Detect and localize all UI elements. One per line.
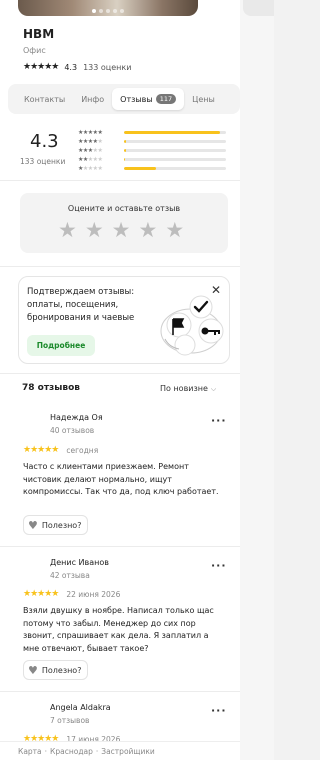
rate-star-1-icon[interactable]: ★ (58, 220, 77, 241)
distribution-row-1: ★★★★★ (78, 164, 230, 173)
divider (0, 546, 240, 547)
review-author[interactable]: Надежда Оя (50, 413, 103, 422)
tab-info[interactable]: Инфо (73, 89, 112, 110)
review-author-count: 40 отзывов (50, 426, 95, 435)
review-rating: ★★★★★ 22 июня 2026 (23, 589, 120, 599)
promo-more-button[interactable]: Подробнее (27, 335, 95, 356)
review-rating: ★★★★★ сегодня (23, 445, 98, 455)
tab-reviews[interactable]: Отзывы 117 (112, 88, 185, 110)
review-author[interactable]: Денис Иванов (50, 558, 109, 567)
distribution-row-5: ★★★★★ (78, 128, 230, 137)
review-stars-icon: ★★★★★ (23, 445, 59, 455)
review-author[interactable]: Angela Aldakra (50, 703, 111, 712)
tab-contacts[interactable]: Контакты (16, 89, 73, 110)
breadcrumb: Карта · Краснодар · Застройщики (0, 741, 240, 760)
chevron-down-icon: ⌵ (210, 385, 217, 393)
review-author-count: 7 отзывов (50, 716, 90, 725)
rate-stars: ★ ★ ★ ★ ★ (58, 220, 184, 241)
rate-star-3-icon[interactable]: ★ (112, 220, 131, 241)
distribution-bar-fill (124, 166, 156, 171)
review-text: Часто с клиентами приезжаем. Ремонт чист… (23, 462, 219, 496)
divider (0, 266, 240, 267)
summary-rating-count: 133 оценки (20, 157, 66, 166)
place-panel: НВМ Офис ★★★★★ 4.3 133 оценки Контакты И… (0, 0, 240, 760)
distribution-bar (124, 166, 226, 171)
verified-reviews-promo: Подтверждаем отзывы: оплаты, посещения, … (18, 276, 230, 364)
breadcrumb-item[interactable]: Краснодар (50, 747, 93, 756)
review-date: сегодня (66, 445, 99, 455)
avatar[interactable] (22, 701, 44, 723)
more-options-icon[interactable]: ··· (211, 414, 227, 427)
distribution-bar (124, 139, 226, 144)
helpful-label: Полезно? (41, 665, 82, 675)
distribution-bar-fill (124, 157, 126, 162)
distribution-stars-icon: ★★★★★ (78, 165, 103, 172)
distribution-stars-icon: ★★★★★ (78, 138, 103, 145)
divider (0, 180, 240, 181)
place-title: НВМ (23, 27, 55, 41)
breadcrumb-item[interactable]: Застройщики (101, 747, 154, 756)
review-stars-icon: ★★★★★ (23, 589, 59, 599)
rate-star-2-icon[interactable]: ★ (85, 220, 104, 241)
place-photo[interactable] (18, 0, 198, 16)
avatar[interactable] (22, 411, 44, 433)
avatar[interactable] (22, 556, 44, 578)
helpful-button[interactable]: ♥ Полезно? (23, 660, 89, 680)
sort-label: По новизне (160, 384, 208, 393)
tab-reviews-label: Отзывы (120, 94, 153, 104)
divider (0, 691, 240, 692)
distribution-row-4: ★★★★★ (78, 137, 230, 146)
distribution-stars-icon: ★★★★★ (78, 156, 103, 163)
distribution-bar-fill (124, 139, 127, 144)
rating-value: 4.3 (64, 62, 78, 72)
distribution-bar-fill (124, 148, 127, 153)
summary-rating-value: 4.3 (30, 131, 59, 152)
photo-pager (18, 9, 198, 13)
review-date: 22 июня 2026 (66, 589, 121, 599)
distribution-bar-fill (124, 130, 220, 135)
tab-reviews-badge: 117 (155, 94, 177, 104)
distribution-bar (124, 130, 226, 135)
distribution-row-3: ★★★★★ (78, 146, 230, 155)
rate-star-4-icon[interactable]: ★ (138, 220, 157, 241)
rating-stars-icon: ★★★★★ (23, 62, 59, 72)
rating-count: 133 оценки (83, 62, 132, 72)
more-options-icon[interactable]: ··· (211, 704, 227, 717)
distribution-bar (124, 157, 226, 162)
tab-bar: Контакты Инфо Отзывы 117 Цены (8, 84, 240, 114)
tab-prices[interactable]: Цены (184, 89, 223, 110)
heart-icon: ♥ (28, 518, 38, 532)
distribution-bar (124, 148, 226, 153)
breadcrumb-separator: · (95, 746, 99, 756)
promo-text: Подтверждаем отзывы: оплаты, посещения, … (27, 287, 135, 323)
helpful-button[interactable]: ♥ Полезно? (23, 515, 89, 535)
rate-box: Оцените и оставьте отзыв ★ ★ ★ ★ ★ (20, 193, 228, 253)
reviews-count: 78 отзывов (22, 383, 80, 393)
verification-illustration-icon (160, 295, 224, 356)
adjacent-card (243, 0, 274, 16)
heart-icon: ♥ (28, 663, 38, 677)
breadcrumb-item[interactable]: Карта (18, 747, 42, 756)
review-author-count: 42 отзыва (50, 571, 90, 580)
rate-star-5-icon[interactable]: ★ (165, 220, 184, 241)
distribution-row-2: ★★★★★ (78, 155, 230, 164)
place-category: Офис (23, 46, 46, 55)
sort-dropdown[interactable]: По новизне ⌵ (160, 384, 216, 394)
rate-prompt: Оцените и оставьте отзыв (67, 204, 181, 213)
map-area[interactable] (240, 0, 274, 760)
review-text: Взяли двушку в ноябре. Написал только ща… (23, 606, 214, 653)
more-options-icon[interactable]: ··· (211, 559, 227, 572)
place-rating[interactable]: ★★★★★ 4.3 133 оценки (23, 62, 131, 72)
breadcrumb-separator: · (44, 746, 48, 756)
divider (0, 373, 240, 374)
distribution-stars-icon: ★★★★★ (78, 147, 103, 154)
distribution-stars-icon: ★★★★★ (78, 129, 103, 136)
helpful-label: Полезно? (41, 520, 82, 530)
rating-distribution: ★★★★★ ★★★★★ ★★★★★ ★★★★★ ★★★★★ (78, 128, 230, 173)
